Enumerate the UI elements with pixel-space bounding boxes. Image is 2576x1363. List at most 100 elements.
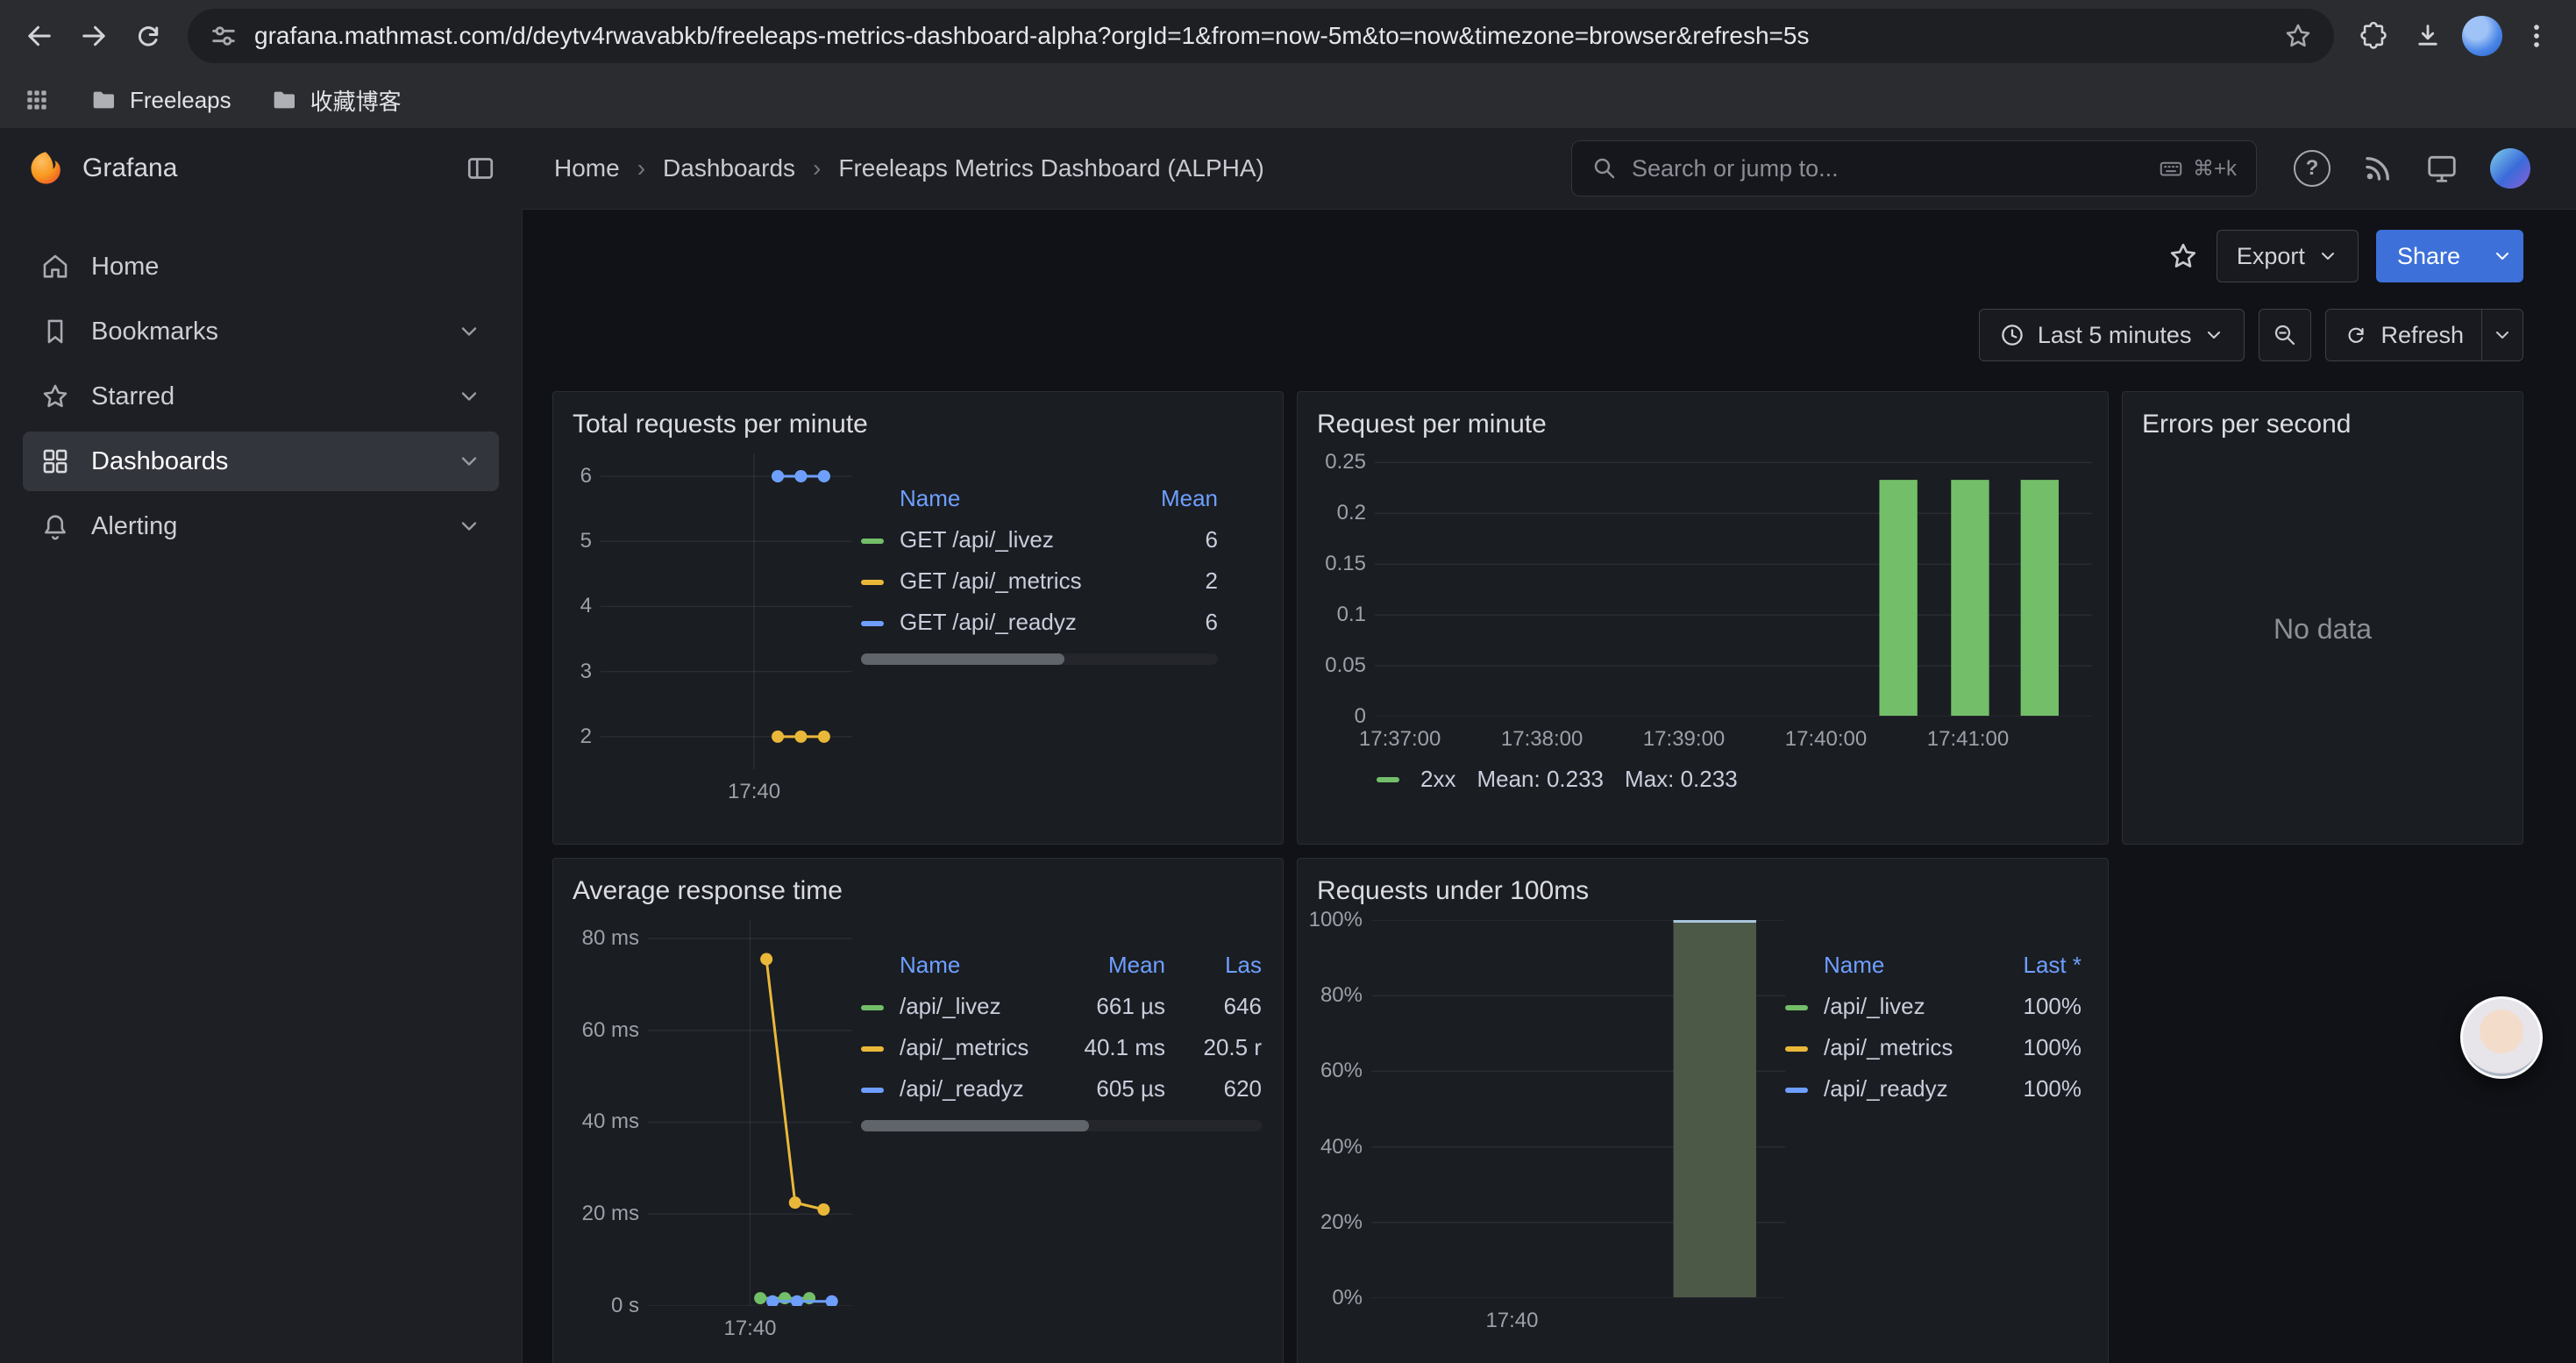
series-swatch — [1785, 1088, 1808, 1093]
series-name[interactable]: /api/_metrics — [900, 1034, 1056, 1061]
breadcrumb-separator: › — [813, 154, 821, 182]
x-axis-labels: 17:40 — [601, 769, 852, 804]
star-icon — [40, 382, 70, 411]
reload-button[interactable] — [123, 11, 174, 61]
panel-title[interactable]: Request per minute — [1317, 410, 2092, 439]
refresh-interval-button[interactable] — [2481, 309, 2523, 361]
series-name[interactable]: GET /api/_readyz — [900, 609, 1113, 636]
browser-toolbar: grafana.mathmast.com/d/deytv4rwavabkb/fr… — [0, 0, 2576, 72]
legend-col-mean[interactable]: Mean — [1056, 952, 1165, 979]
bar-chart[interactable]: 100%80%60%40%20%0% 17:40 — [1313, 920, 1785, 1333]
sidebar-item-dashboards[interactable]: Dashboards — [23, 432, 499, 491]
legend-col-last[interactable]: Las — [1165, 952, 1262, 979]
site-info-icon[interactable] — [209, 21, 238, 51]
news-rss-icon[interactable] — [2362, 153, 2394, 184]
downloads-button[interactable] — [2402, 11, 2453, 61]
chart-plot[interactable] — [648, 920, 852, 1306]
extensions-button[interactable] — [2348, 11, 2399, 61]
series-name[interactable]: /api/_livez — [900, 993, 1056, 1020]
legend-col-last[interactable]: Last * — [1985, 952, 2081, 979]
legend-col-name[interactable]: Name — [1824, 952, 1985, 979]
scrollbar-thumb[interactable] — [861, 653, 1064, 665]
time-controls: Last 5 minutes Refresh — [523, 284, 2576, 361]
refresh-icon — [2344, 323, 2368, 347]
series-name[interactable]: /api/_livez — [1824, 993, 1985, 1020]
grafana-logo[interactable] — [26, 149, 65, 188]
panel-title[interactable]: Errors per second — [2142, 410, 2507, 439]
y-axis-labels: 80 ms60 ms40 ms20 ms0 s — [569, 920, 648, 1306]
sidebar-item-starred[interactable]: Starred — [23, 367, 499, 426]
bookmark-label: 收藏博客 — [310, 84, 402, 117]
assistant-floating-avatar[interactable] — [2460, 996, 2543, 1079]
series-last: 100% — [1985, 993, 2081, 1020]
panel-title[interactable]: Average response time — [573, 876, 1267, 906]
series-swatch — [861, 1088, 884, 1093]
search-icon — [1591, 155, 1618, 182]
sidebar-item-label: Bookmarks — [91, 318, 218, 346]
sidebar-item-alerting[interactable]: Alerting — [23, 496, 499, 556]
refresh-button[interactable]: Refresh — [2325, 309, 2481, 361]
share-button[interactable]: Share — [2376, 230, 2481, 282]
user-avatar[interactable] — [2490, 148, 2530, 189]
screen: grafana.mathmast.com/d/deytv4rwavabkb/fr… — [0, 0, 2576, 1363]
series-name[interactable]: GET /api/_metrics — [900, 567, 1113, 595]
scrollbar-thumb[interactable] — [861, 1120, 1089, 1131]
chart-plot[interactable] — [601, 453, 852, 769]
chart-plot[interactable] — [1371, 920, 1785, 1298]
forward-button[interactable] — [68, 11, 119, 61]
series-name[interactable]: /api/_readyz — [900, 1075, 1056, 1103]
legend-col-mean[interactable]: Mean — [1113, 485, 1218, 512]
bookmark-folder-blogs[interactable]: 收藏博客 — [270, 84, 402, 117]
series-last: 646 — [1165, 993, 1262, 1020]
panel-title[interactable]: Total requests per minute — [573, 410, 1267, 439]
series-last: 620 — [1165, 1075, 1262, 1103]
share-label: Share — [2397, 243, 2460, 270]
series-name[interactable]: 2xx — [1420, 766, 1455, 793]
help-icon[interactable]: ? — [2294, 150, 2330, 187]
legend-col-name[interactable]: Name — [900, 952, 1056, 979]
chevron-down-icon[interactable] — [457, 449, 481, 474]
series-name[interactable]: /api/_readyz — [1824, 1075, 1985, 1103]
bookmarks-bar: Freeleaps 收藏博客 — [0, 72, 2576, 128]
series-swatch — [1785, 1005, 1808, 1010]
sidebar-item-home[interactable]: Home — [23, 237, 499, 296]
series-name[interactable]: /api/_metrics — [1824, 1034, 1985, 1061]
legend-col-name[interactable]: Name — [900, 485, 1113, 512]
breadcrumb-home[interactable]: Home — [554, 154, 620, 182]
browser-menu-button[interactable] — [2511, 11, 2562, 61]
dock-menu-toggle-icon[interactable] — [465, 153, 496, 184]
zoom-out-button[interactable] — [2259, 309, 2311, 361]
series-last: 100% — [1985, 1075, 2081, 1103]
legend-scrollbar[interactable] — [861, 653, 1218, 665]
share-menu-button[interactable] — [2481, 230, 2523, 282]
chevron-down-icon[interactable] — [457, 384, 481, 409]
chevron-down-icon[interactable] — [457, 514, 481, 539]
url-text[interactable]: grafana.mathmast.com/d/deytv4rwavabkb/fr… — [254, 22, 2267, 50]
bar-chart[interactable]: 0.250.20.150.10.050 17:37:0017:38:0017:3… — [1313, 453, 2092, 752]
url-bar[interactable]: grafana.mathmast.com/d/deytv4rwavabkb/fr… — [188, 9, 2334, 63]
bookmark-star-icon[interactable] — [2283, 21, 2313, 51]
time-series-chart[interactable]: 80 ms60 ms40 ms20 ms0 s 17:40 — [569, 920, 852, 1341]
panel-errors-per-second: Errors per second No data — [2122, 391, 2523, 845]
chevron-down-icon[interactable] — [457, 319, 481, 344]
search-input[interactable]: Search or jump to... ⌘+k — [1571, 140, 2257, 196]
monitor-icon[interactable] — [2425, 152, 2459, 185]
time-range-picker[interactable]: Last 5 minutes — [1979, 309, 2245, 361]
series-name[interactable]: GET /api/_livez — [900, 526, 1113, 553]
panel-title[interactable]: Requests under 100ms — [1317, 876, 2092, 906]
breadcrumb-dashboards[interactable]: Dashboards — [663, 154, 795, 182]
series-swatch — [861, 539, 884, 544]
apps-grid-icon[interactable] — [23, 86, 51, 114]
sidebar-item-label: Alerting — [91, 512, 177, 541]
no-data-message: No data — [2138, 453, 2507, 804]
bookmark-folder-freeleaps[interactable]: Freeleaps — [89, 86, 231, 114]
back-button[interactable] — [14, 11, 65, 61]
panel-avg-response-time: Average response time 80 ms60 ms40 ms20 … — [552, 858, 1284, 1363]
export-button[interactable]: Export — [2217, 230, 2359, 282]
time-series-chart[interactable]: 65432 17:40 — [569, 453, 852, 804]
sidebar-item-bookmarks[interactable]: Bookmarks — [23, 302, 499, 361]
legend-scrollbar[interactable] — [861, 1120, 1262, 1131]
favorite-star-icon[interactable] — [2167, 240, 2199, 272]
browser-profile-button[interactable] — [2457, 11, 2508, 61]
chart-plot[interactable] — [1375, 453, 2092, 717]
